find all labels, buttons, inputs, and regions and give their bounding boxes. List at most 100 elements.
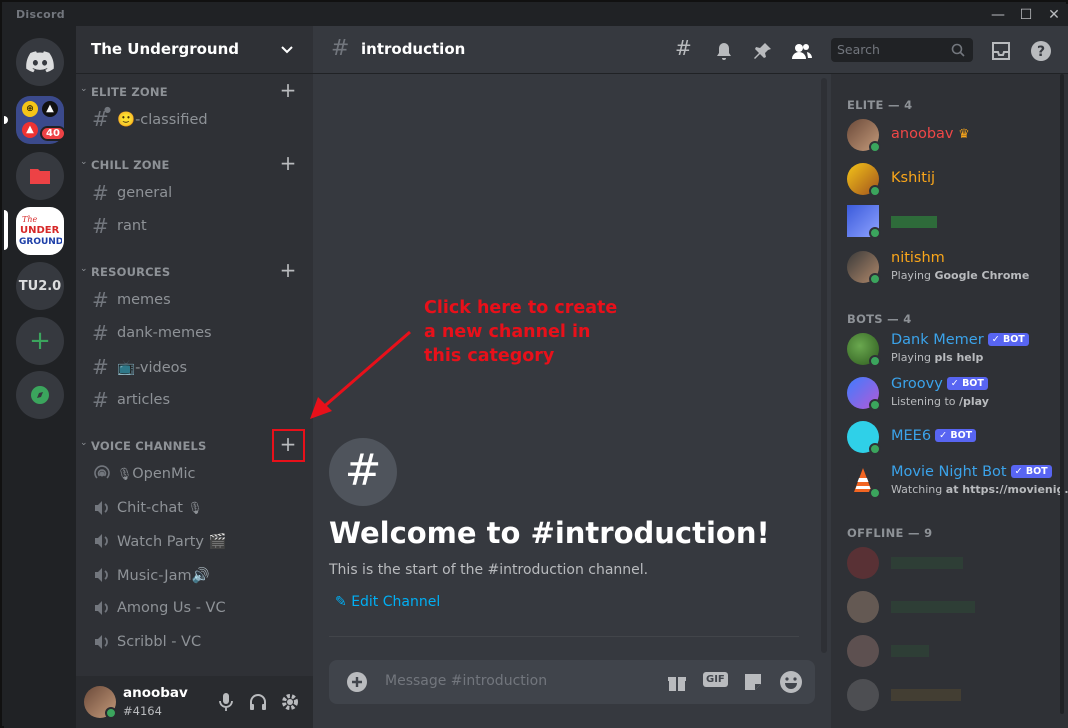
speaker-icon [95, 534, 108, 548]
online-status-dot [105, 707, 117, 719]
member-list-icon[interactable] [791, 40, 813, 62]
plus-icon: + [29, 326, 51, 356]
headphones-icon[interactable] [248, 692, 268, 712]
emoji-icon[interactable] [779, 670, 803, 694]
member-kshitij[interactable]: Kshitij [839, 158, 1063, 200]
channel-memes[interactable]: # memes [84, 284, 305, 316]
channel-name: articles [117, 392, 171, 408]
add-server-button[interactable]: + [16, 317, 64, 365]
redacted-name [891, 216, 937, 228]
channel-classified[interactable]: # ● 🙂-classified [84, 103, 305, 135]
member-blurred[interactable] [839, 200, 1063, 242]
member-offline[interactable] [839, 674, 1063, 716]
scrollbar[interactable] [821, 78, 827, 653]
pencil-icon: ✎ [335, 594, 347, 610]
bot-badge: ✓ BOT [1010, 465, 1052, 478]
minimize-icon[interactable]: — [984, 4, 1012, 26]
avatar [847, 591, 879, 623]
tu20-server[interactable]: TU2.0 [16, 262, 64, 310]
annotation-arrow-icon [310, 330, 411, 419]
explore-servers-button[interactable] [16, 371, 64, 419]
voice-channel-among-us[interactable]: Among Us - VC [84, 592, 305, 624]
channel-articles[interactable]: # articles [84, 384, 305, 416]
unread-pill [4, 116, 8, 124]
channel-name: Among Us - VC [117, 600, 226, 616]
member-nitishm[interactable]: nitishm Playing Google Chrome [839, 246, 1063, 288]
channel-name: memes [117, 292, 171, 308]
home-button[interactable] [16, 38, 64, 86]
chat-header: # introduction # Search ? [313, 26, 1068, 74]
member-name: MEE6 [891, 428, 932, 444]
add-attachment-icon[interactable] [347, 672, 367, 692]
inbox-icon[interactable] [990, 40, 1012, 62]
avatar [847, 635, 879, 667]
member-movie-night-bot[interactable]: Movie Night Bot ✓ BOT Watching at https:/… [839, 460, 1068, 502]
folder-server[interactable] [16, 152, 64, 200]
channel-dank-memes[interactable]: # dank-memes [84, 317, 305, 349]
voice-channel-chit-chat[interactable]: Chit-chat 🎙 [84, 492, 305, 524]
member-group-header: OFFLINE — 9 [847, 526, 933, 540]
status-prefix: Playing [891, 351, 935, 364]
member-offline[interactable] [839, 586, 1063, 628]
member-mee6[interactable]: MEE6 ✓ BOT [839, 416, 1063, 458]
avatar [847, 547, 879, 579]
voice-channel-music-jam[interactable]: Music-Jam🔊 [84, 559, 305, 591]
close-icon[interactable]: ✕ [1040, 4, 1068, 26]
chevron-down-icon [281, 46, 293, 54]
channel-emoji: 🙂 [117, 112, 136, 128]
member-offline[interactable] [839, 630, 1063, 672]
help-icon[interactable]: ? [1030, 40, 1052, 62]
search-input[interactable]: Search [831, 38, 973, 62]
message-composer[interactable]: Message #introduction GIF [329, 660, 815, 704]
bot-badge: ✓ BOT [946, 377, 988, 390]
sticker-icon[interactable] [742, 671, 764, 693]
speaker-icon [95, 568, 108, 582]
gif-button[interactable]: GIF [703, 672, 728, 687]
create-channel-icon[interactable]: + [278, 258, 298, 282]
channel-videos[interactable]: # 📺-videos [84, 351, 305, 383]
channel-title: introduction [361, 40, 466, 58]
category-resources[interactable]: ⌄ RESOURCES + [76, 258, 313, 282]
guild-header[interactable]: The Underground [76, 26, 313, 74]
message-input[interactable]: Message #introduction [385, 673, 547, 689]
stage-icon [94, 465, 110, 479]
category-elite-zone[interactable]: ⌄ ELITE ZONE + [76, 78, 313, 102]
create-channel-icon[interactable]: + [278, 78, 298, 102]
compass-icon [31, 386, 49, 404]
bell-icon[interactable] [713, 40, 735, 62]
threads-icon[interactable]: # [675, 36, 697, 60]
member-groovy[interactable]: Groovy ✓ BOT Listening to /play [839, 372, 1063, 414]
category-label: RESOURCES [91, 265, 171, 279]
create-channel-icon[interactable]: + [278, 151, 298, 175]
pin-icon[interactable] [752, 40, 774, 62]
member-scrollbar[interactable] [1060, 74, 1064, 714]
annotation-text: Click here to create a new channel in th… [424, 296, 644, 368]
maximize-icon[interactable]: ☐ [1012, 4, 1040, 26]
category-label: VOICE CHANNELS [91, 439, 207, 453]
member-group-header: ELITE — 4 [847, 98, 913, 112]
edit-channel-link[interactable]: ✎ Edit Channel [335, 594, 440, 610]
gear-icon[interactable] [280, 692, 300, 712]
channel-name: Watch Party [117, 534, 204, 550]
discord-logo-icon [26, 51, 54, 73]
svg-text:UNDER: UNDER [20, 225, 60, 236]
server-rail: ⊕ ▲ ▲ 40 The UNDER GROUND TU2.0 + [4, 26, 76, 728]
gift-icon[interactable] [666, 671, 688, 693]
selected-pill [4, 210, 8, 250]
status-prefix: Listening to [891, 395, 960, 408]
member-anoobav[interactable]: anoobav ♛ [839, 114, 1063, 156]
microphone-icon[interactable] [218, 692, 234, 712]
member-offline[interactable] [839, 542, 1063, 584]
voice-channel-watch-party[interactable]: Watch Party 🎬 [84, 525, 305, 557]
voice-channel-scribbl[interactable]: Scribbl - VC [84, 626, 305, 658]
member-name: nitishm [891, 250, 945, 266]
voice-channel-openmic[interactable]: 🎙OpenMic [84, 458, 305, 490]
server-label: TU2.0 [18, 278, 62, 294]
member-dank-memer[interactable]: Dank Memer ✓ BOT Playing pls help [839, 328, 1063, 370]
channel-general[interactable]: # general [84, 177, 305, 209]
server-mini-icon: ▲ [22, 122, 38, 138]
server-folder[interactable]: ⊕ ▲ ▲ 40 [16, 96, 66, 144]
the-underground-server[interactable]: The UNDER GROUND [16, 207, 64, 255]
channel-rant[interactable]: # rant [84, 210, 305, 242]
category-chill-zone[interactable]: ⌄ CHILL ZONE + [76, 151, 313, 175]
